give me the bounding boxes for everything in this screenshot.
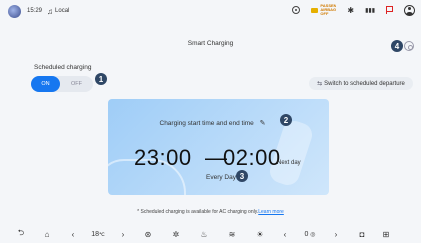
music-icon: ♫ [47, 6, 54, 16]
switch-button-label: Switch to scheduled departure [324, 80, 405, 87]
defrost-icon[interactable]: ≋ [218, 230, 246, 239]
location-icon [292, 6, 301, 14]
swap-icon: ⇆ [317, 81, 323, 87]
callout-2: 2 [280, 114, 292, 126]
smart-charging-screen: 15:29 ♫ Local PASSENGER AIRBAG OFF ✱ ▮▮▮… [0, 0, 421, 243]
toggle-off-option[interactable]: OFF [60, 81, 93, 87]
left-temperature[interactable]: 18℃ [84, 231, 112, 238]
status-bar: 15:29 ♫ Local PASSENGER AIRBAG OFF ✱ ▮▮▮ [0, 0, 421, 22]
sun-icon[interactable]: ☀ [246, 230, 274, 239]
app-grid-icon[interactable]: ⊞ [376, 230, 396, 239]
volume-decrease-icon[interactable]: ‹ [274, 230, 296, 239]
callout-4: 4 [391, 40, 403, 52]
end-time: 02:00 [223, 145, 281, 170]
scheduled-charging-toggle[interactable]: ON OFF [31, 76, 93, 92]
repeat-frequency: Every Day [206, 174, 236, 181]
back-icon[interactable]: ⮌ [10, 227, 32, 241]
schedule-card-header: Charging start time and end time ✎ [108, 119, 329, 127]
page-title: Smart Charging [187, 40, 234, 47]
schedule-card-label: Charging start time and end time [159, 120, 254, 127]
temp-left-increase-icon[interactable]: › [112, 230, 134, 239]
charging-schedule-card[interactable]: Charging start time and end time ✎ 23:00… [108, 99, 329, 195]
home-icon[interactable]: ⌂ [32, 230, 62, 239]
edit-icon[interactable]: ✎ [260, 119, 266, 127]
temp-left-decrease-icon[interactable]: ‹ [62, 230, 84, 239]
flag-icon[interactable] [386, 6, 393, 14]
speaker-icon: ◎ [310, 231, 316, 238]
seat-heat-icon[interactable]: ♨ [190, 230, 218, 239]
callout-1: 1 [95, 73, 107, 85]
bottom-dock: ⮌ ⌂ ‹ 18℃ › ⊛ ✲ ♨ ≋ ☀ ‹ 0 ◎ › ◘ ⊞ [0, 225, 421, 243]
clock: 15:29 [27, 8, 43, 14]
footnote-text: * Scheduled charging is available for AC… [137, 209, 259, 215]
camera-icon[interactable]: ◘ [348, 230, 376, 239]
system-status-icons: PASSENGER AIRBAG OFF ✱ ▮▮▮ [292, 4, 415, 16]
toggle-on-option[interactable]: ON [31, 76, 60, 92]
signal-icon: ▮▮▮ [365, 7, 375, 14]
airbag-icon [311, 7, 319, 13]
callout-3: 3 [236, 170, 248, 182]
scheduled-charging-label: Scheduled charging [34, 64, 92, 71]
ac-charging-footnote: * Scheduled charging is available for AC… [0, 209, 421, 215]
climate-icon[interactable]: ⊛ [134, 230, 162, 239]
settings-icon[interactable] [404, 41, 414, 51]
start-time: 23:00 [134, 145, 192, 170]
next-day-note: Next day [277, 160, 301, 166]
user-icon[interactable] [404, 4, 415, 16]
bluetooth-icon: ✱ [347, 5, 355, 15]
switch-to-scheduled-departure-button[interactable]: ⇆ Switch to scheduled departure [309, 77, 413, 90]
media-source[interactable]: Local [55, 8, 69, 14]
right-value[interactable]: 0 ◎ [296, 231, 324, 238]
airbag-status-badge: PASSENGER AIRBAG OFF [311, 4, 336, 16]
learn-more-link[interactable]: Learn more [258, 209, 284, 215]
fan-icon[interactable]: ✲ [162, 230, 190, 239]
profile-avatar[interactable] [8, 4, 21, 18]
volume-increase-icon[interactable]: › [324, 230, 348, 239]
